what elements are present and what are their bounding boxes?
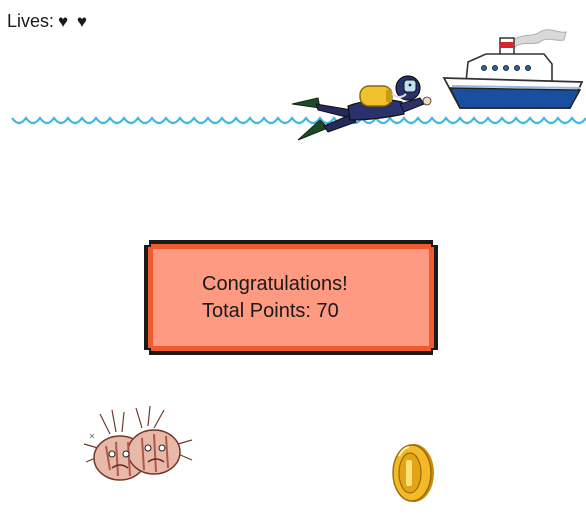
heart-icons: ♥ ♥ — [58, 11, 89, 31]
congratulations-dialog: Congratulations! Total Points: 70 — [143, 239, 439, 356]
congratulations-text: Congratulations! — [202, 273, 348, 295]
game-stage[interactable]: Lives: ♥ ♥ Congratulations! Total Points… — [0, 0, 586, 520]
gold-coin-sprite — [392, 444, 434, 502]
boat-sprite — [442, 29, 584, 109]
total-points-text: Total Points: 70 — [202, 300, 339, 322]
scuba-diver-sprite — [291, 75, 432, 141]
lives-hud: Lives: ♥ ♥ — [7, 11, 89, 32]
lives-label: Lives: — [7, 11, 55, 31]
lionfish-enemy-sprite — [83, 405, 193, 481]
